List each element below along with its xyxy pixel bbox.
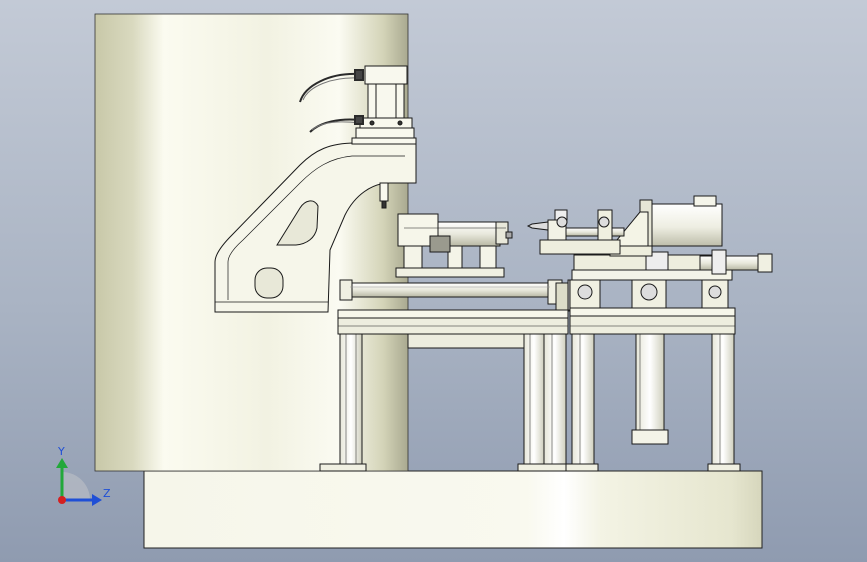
slide-rail-assembly <box>569 249 773 309</box>
assembly-drawing: Y Z <box>56 13 773 549</box>
work-fixture <box>395 213 513 278</box>
right-table-frame <box>565 307 741 472</box>
left-table-frame <box>319 309 569 472</box>
triad-base-disc <box>62 472 90 500</box>
triad-z-arrow <box>92 494 102 506</box>
base-plate <box>143 470 763 549</box>
spindle-motor <box>526 195 723 257</box>
triad-x-axis-point <box>58 496 66 504</box>
triad-y-label: Y <box>57 445 65 458</box>
cad-viewport[interactable]: Y Z <box>0 0 867 562</box>
triad-z-label: Z <box>103 487 111 500</box>
triad-y-arrow <box>56 458 68 468</box>
